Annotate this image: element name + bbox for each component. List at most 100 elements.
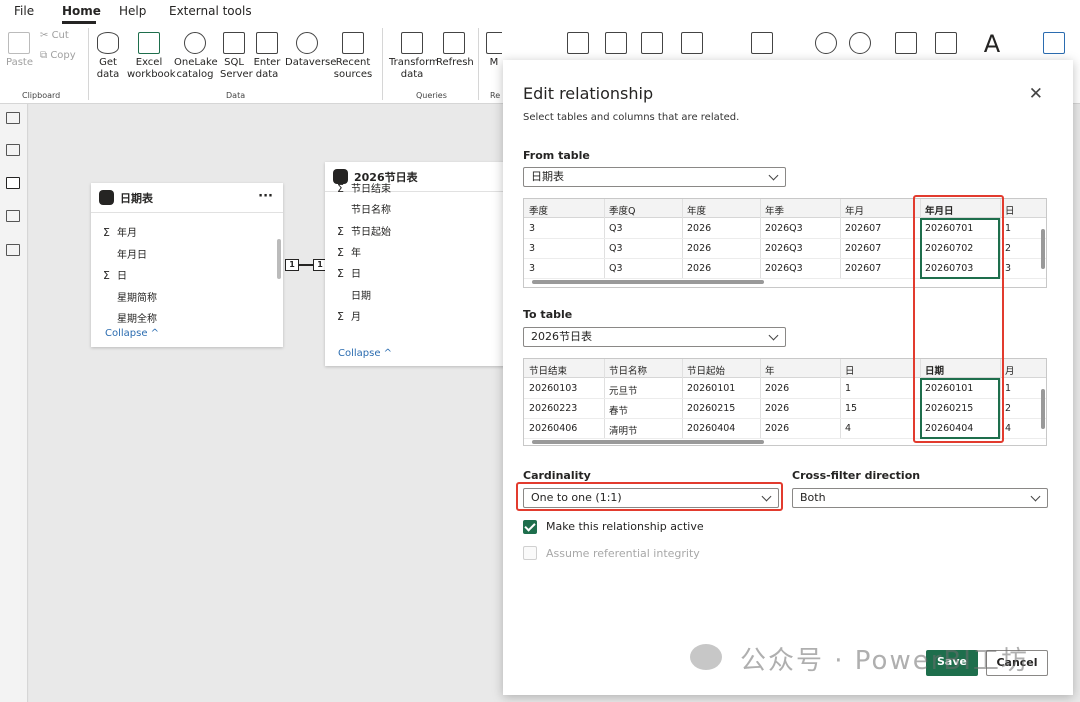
- cross-filter-label: Cross-filter direction: [792, 469, 921, 482]
- refresh-button[interactable]: Refresh: [436, 32, 474, 69]
- table-view-icon[interactable]: [6, 144, 20, 156]
- grid-header: 月: [1005, 366, 1015, 377]
- field-item[interactable]: 日期: [337, 287, 371, 302]
- cross-filter-select[interactable]: Both: [792, 488, 1048, 508]
- horizontal-scrollbar[interactable]: [532, 440, 764, 444]
- grid-cell: 2026: [765, 383, 790, 394]
- more-options-icon[interactable]: ···: [258, 189, 273, 204]
- new-measure-button[interactable]: [566, 32, 590, 57]
- enter-data-button[interactable]: Enter data: [252, 32, 282, 81]
- gear-icon: [895, 32, 917, 54]
- field-name: 日: [351, 269, 361, 281]
- transform-data-button[interactable]: Transform data: [389, 32, 439, 81]
- grid-cell: 元旦节: [609, 386, 638, 397]
- get-data-button[interactable]: Get data: [93, 32, 123, 81]
- menu-external-tools[interactable]: External tools: [169, 4, 252, 18]
- column-icon: [641, 32, 663, 54]
- paste-icon: [8, 32, 30, 54]
- field-item[interactable]: 星期全称: [103, 310, 157, 325]
- menu-file[interactable]: File: [14, 4, 34, 18]
- field-item[interactable]: Σ日: [103, 267, 127, 282]
- view-as-button[interactable]: [848, 32, 872, 57]
- new-table-button[interactable]: [680, 32, 704, 57]
- table-card-date[interactable]: 日期表 ··· Σ 年月 年月日 Σ 日星期简称 星期全称 Collapse ^: [91, 183, 283, 347]
- copy-icon: ⧉: [40, 50, 51, 61]
- report-view-icon[interactable]: [6, 112, 20, 124]
- qa-button[interactable]: [750, 32, 774, 57]
- vertical-scrollbar[interactable]: [1041, 389, 1045, 429]
- grid-cell: 15: [845, 403, 858, 414]
- grid-header: 节日结束: [529, 366, 568, 377]
- field-name: 星期简称: [117, 292, 157, 304]
- model-view-icon[interactable]: [6, 177, 20, 189]
- grid-cell: 20260215: [687, 403, 736, 414]
- paste-button[interactable]: Paste: [6, 32, 33, 69]
- collapse-link[interactable]: Collapse ^: [338, 348, 392, 359]
- settings-button[interactable]: [894, 32, 918, 57]
- text-size-button[interactable]: [934, 32, 958, 57]
- recent-sources-button[interactable]: Recent sources: [331, 32, 375, 81]
- manage-relationships-button[interactable]: M: [486, 32, 502, 69]
- user-search-icon: [849, 32, 871, 54]
- onelake-catalog-button[interactable]: OneLake catalog: [174, 32, 218, 81]
- menu-help[interactable]: Help: [119, 4, 146, 18]
- grid-cell: Q3: [609, 243, 623, 254]
- menu-home[interactable]: Home: [62, 4, 101, 18]
- field-item[interactable]: Σ 节日结束: [337, 180, 391, 195]
- grid-cell: 2026: [765, 403, 790, 414]
- dax-query-view-icon[interactable]: [6, 210, 20, 222]
- onelake-icon: [184, 32, 206, 54]
- to-table-select[interactable]: 2026节日表: [523, 327, 786, 347]
- field-item[interactable]: 星期简称: [103, 289, 157, 304]
- grid-cell: 3: [529, 263, 536, 274]
- field-item[interactable]: Σ日: [337, 265, 361, 280]
- publish-button[interactable]: [1042, 32, 1066, 57]
- grid-cell: 4: [1005, 423, 1012, 434]
- manage-roles-button[interactable]: [814, 32, 838, 57]
- field-item[interactable]: 年月日: [103, 246, 147, 261]
- copy-button[interactable]: ⧉ Copy: [40, 50, 80, 62]
- integrity-label: Assume referential integrity: [546, 547, 700, 560]
- calculator-icon: [681, 32, 703, 54]
- group-data: Data: [226, 91, 246, 100]
- quick-measure-button[interactable]: [604, 32, 628, 57]
- grid-cell: 1: [845, 383, 852, 394]
- new-column-button[interactable]: [640, 32, 664, 57]
- field-name: 节日起始: [351, 226, 391, 238]
- active-checkbox[interactable]: [523, 520, 537, 534]
- field-item[interactable]: Σ 节日起始: [337, 223, 391, 238]
- dataverse-button[interactable]: Dataverse: [285, 32, 336, 69]
- close-icon[interactable]: ✕: [1029, 84, 1043, 104]
- scrollbar[interactable]: [277, 239, 281, 279]
- grid-cell: 20260101: [687, 383, 736, 394]
- font-button[interactable]: A: [980, 30, 1004, 58]
- from-table-select[interactable]: 日期表: [523, 167, 786, 187]
- question-icon: [751, 32, 773, 54]
- grid-header: 日: [1005, 206, 1015, 217]
- grid-cell: 清明节: [609, 426, 638, 437]
- grid-header: 日: [845, 366, 855, 377]
- field-item[interactable]: Σ 年月: [103, 224, 137, 239]
- field-name: 年: [351, 247, 361, 259]
- grid-cell: 3: [529, 223, 536, 234]
- sql-icon: [223, 32, 245, 54]
- relationship-line[interactable]: [299, 264, 313, 266]
- field-item[interactable]: 节日名称: [337, 201, 391, 216]
- from-table-label: From table: [523, 149, 590, 162]
- grid-cell: 2026Q3: [765, 223, 803, 234]
- horizontal-scrollbar[interactable]: [532, 280, 764, 284]
- group-relationships: Re: [490, 91, 501, 100]
- table-card-holiday[interactable]: 2026节日表 ··· Σ节日结束节日名称Σ节日起始Σ年Σ日日期Σ月 Colla…: [325, 162, 517, 366]
- excel-workbook-button[interactable]: Excel workbook: [127, 32, 176, 81]
- field-item[interactable]: Σ年: [337, 244, 361, 259]
- integrity-checkbox[interactable]: [523, 546, 537, 560]
- sql-server-button[interactable]: SQL Server: [220, 32, 253, 81]
- collapse-link[interactable]: Collapse ^: [105, 328, 159, 339]
- field-item[interactable]: Σ月: [337, 308, 361, 323]
- grid-header: 节日名称: [609, 366, 648, 377]
- vertical-scrollbar[interactable]: [1041, 229, 1045, 269]
- view-switcher: [0, 104, 28, 702]
- tmdl-view-icon[interactable]: [6, 244, 20, 256]
- field-name: 年月: [117, 228, 137, 239]
- cut-button[interactable]: ✂ Cut: [40, 30, 74, 42]
